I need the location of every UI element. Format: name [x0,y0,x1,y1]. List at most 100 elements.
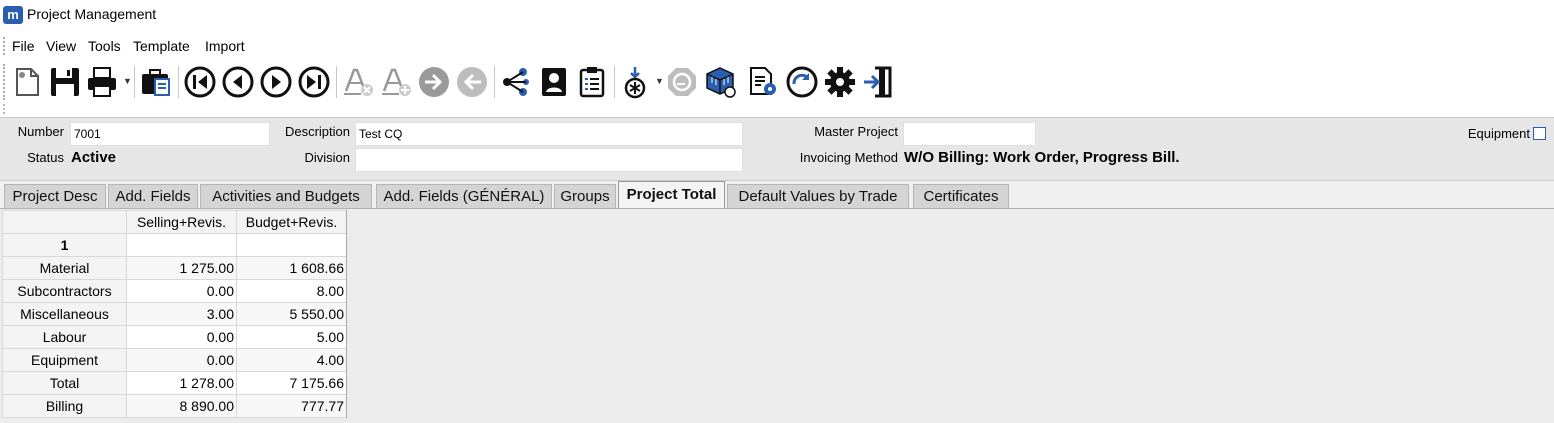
new-document-icon[interactable] [9,64,45,100]
font-delete-icon[interactable] [340,64,376,100]
grid-cell[interactable]: 0.00 [126,325,237,349]
title-bar: m Project Management [0,0,1554,30]
download-star-icon[interactable] [617,64,653,100]
row-label: Billing [2,394,127,418]
invoicing-method-label: Invoicing Method [799,150,898,165]
save-icon[interactable] [47,64,83,100]
toolbar-separator [178,66,179,98]
share-icon[interactable] [498,64,534,100]
column-header-selling[interactable]: Selling+Revis. [126,210,237,234]
project-total-grid: Selling+Revis. Budget+Revis. 1 Material … [2,210,347,418]
tab-default-values-by-trade[interactable]: Default Values by Trade [727,184,909,209]
row-label: Total [2,371,127,395]
row-label: Material [2,256,127,280]
row-label: Equipment [2,348,127,372]
return-gray-icon[interactable] [664,64,700,100]
grid-header-row: Selling+Revis. Budget+Revis. [2,210,347,234]
window-title: Project Management [27,6,157,22]
first-record-icon[interactable] [182,64,218,100]
equipment-checkbox[interactable] [1533,127,1546,140]
status-value: Active [71,149,117,166]
last-record-icon[interactable] [296,64,332,100]
print-icon[interactable] [84,64,120,100]
invoicing-method-value: W/O Billing: Work Order, Progress Bill. [904,149,1180,166]
toolbar-separator [336,66,337,98]
group-row: 1 [2,233,347,257]
table-row[interactable]: Material 1 275.00 1 608.66 [2,256,347,280]
menu-template[interactable]: Template [133,38,190,54]
grid-cell[interactable]: 777.77 [236,394,347,418]
grid-cell[interactable]: 0.00 [126,279,237,303]
grid-cell[interactable]: 3.00 [126,302,237,326]
number-label: Number [17,124,64,139]
table-row[interactable]: Subcontractors 0.00 8.00 [2,279,347,303]
division-field[interactable] [355,148,743,172]
status-label: Status [27,150,64,165]
briefcase-icon[interactable] [138,64,174,100]
menu-import[interactable]: Import [205,38,245,54]
tab-certificates[interactable]: Certificates [913,184,1009,209]
toolbar-resize-handle[interactable] [3,104,7,114]
table-row[interactable]: Labour 0.00 5.00 [2,325,347,349]
table-row[interactable]: Total 1 278.00 7 175.66 [2,371,347,395]
download-dropdown-icon[interactable]: ▼ [655,76,664,86]
menu-file[interactable]: File [12,38,35,54]
tab-add-fields[interactable]: Add. Fields [108,184,198,209]
menu-tools[interactable]: Tools [88,38,121,54]
master-project-field[interactable] [903,122,1036,146]
forward-arrow-icon[interactable] [416,64,452,100]
contact-card-icon[interactable] [536,64,572,100]
equipment-label: Equipment [1467,126,1530,141]
document-settings-icon[interactable] [745,64,781,100]
column-header-budget[interactable]: Budget+Revis. [236,210,347,234]
toolbar-separator [134,66,135,98]
tab-project-total[interactable]: Project Total [618,181,725,209]
table-row[interactable]: Billing 8 890.00 777.77 [2,394,347,418]
tab-add-fields-general[interactable]: Add. Fields (GÉNÉRAL) [376,184,552,209]
grid-cell[interactable]: 8.00 [236,279,347,303]
menu-view[interactable]: View [46,38,76,54]
grid-cell[interactable]: 5 550.00 [236,302,347,326]
toolbar-grip[interactable] [3,64,5,100]
project-header-panel: Number 7001 Description Test CQ Master P… [0,117,1554,181]
back-arrow-icon[interactable] [454,64,490,100]
table-row[interactable]: Miscellaneous 3.00 5 550.00 [2,302,347,326]
division-label: Division [304,150,350,165]
number-field[interactable]: 7001 [70,122,270,146]
font-add-icon[interactable] [378,64,414,100]
grid-cell[interactable]: 1 608.66 [236,256,347,280]
grid-cell[interactable]: 4.00 [236,348,347,372]
print-dropdown-icon[interactable]: ▼ [123,76,132,86]
grid-cell[interactable]: 5.00 [236,325,347,349]
menu-bar: File View Tools Template Import [0,35,1554,57]
grid-cell [126,233,237,257]
previous-record-icon[interactable] [220,64,256,100]
grid-cell[interactable]: 8 890.00 [126,394,237,418]
toolbar-separator [614,66,615,98]
grid-corner-cell [2,210,127,234]
cube-refresh-icon[interactable] [702,64,738,100]
exit-icon[interactable] [860,64,896,100]
next-record-icon[interactable] [258,64,294,100]
app-logo-icon: m [3,6,23,24]
grid-cell[interactable]: 0.00 [126,348,237,372]
grid-cell[interactable]: 1 275.00 [126,256,237,280]
tab-strip: Project Desc Add. Fields Activities and … [0,181,1554,209]
tab-project-desc[interactable]: Project Desc [4,184,106,209]
clipboard-list-icon[interactable] [574,64,610,100]
row-label: Miscellaneous [2,302,127,326]
tab-groups[interactable]: Groups [554,184,616,209]
tab-activities-and-budgets[interactable]: Activities and Budgets [200,184,372,209]
project-total-panel: Selling+Revis. Budget+Revis. 1 Material … [0,208,1554,423]
gear-icon[interactable] [822,64,858,100]
menu-grip[interactable] [3,37,5,55]
grid-cell[interactable]: 1 278.00 [126,371,237,395]
row-label: Labour [2,325,127,349]
grid-border [346,210,347,418]
grid-cell[interactable]: 7 175.66 [236,371,347,395]
toolbar: ▼ ▼ [0,60,1554,104]
refresh-circle-icon[interactable] [784,64,820,100]
table-row[interactable]: Equipment 0.00 4.00 [2,348,347,372]
master-project-label: Master Project [814,124,898,139]
description-field[interactable]: Test CQ [355,122,743,146]
